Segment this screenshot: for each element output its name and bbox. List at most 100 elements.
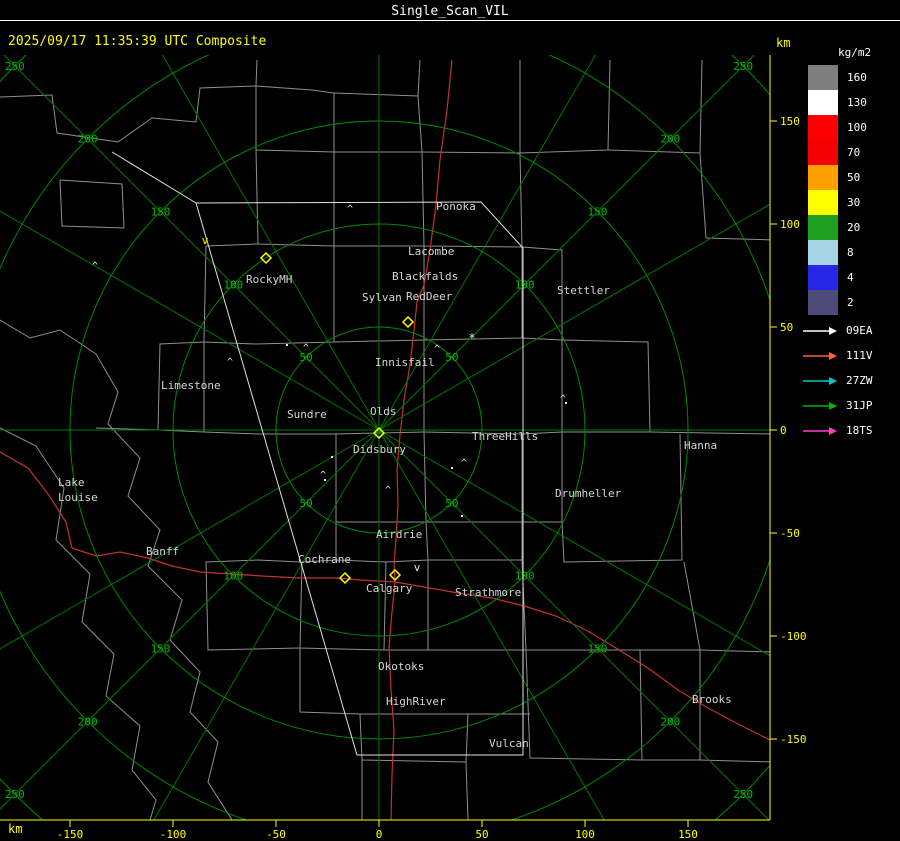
city-label: Blackfalds	[392, 270, 458, 283]
county-boundary-line	[683, 561, 701, 651]
map-layers: 5050505010010010010015015015015020020020…	[0, 55, 770, 820]
city-label: Brooks	[692, 693, 732, 706]
arrow-marker: v	[414, 561, 421, 574]
city-label: Sundre	[287, 408, 327, 421]
range-ring-label: 100	[223, 278, 243, 291]
range-ring-label: 250	[733, 788, 753, 801]
scale-swatch	[808, 215, 838, 240]
scale-value: 4	[847, 271, 854, 284]
bottom-axis-tick-label: 50	[475, 828, 488, 841]
scale-value: 30	[847, 196, 861, 209]
city-label: Airdrie	[376, 528, 422, 541]
county-boundary-line	[95, 353, 233, 820]
town-marker-dot	[565, 402, 567, 404]
county-boundary-line	[203, 431, 425, 435]
scale-entry: 2	[808, 290, 871, 315]
radar-id: 31JP	[846, 399, 873, 412]
scale-entry: 100	[808, 115, 871, 140]
scale-entries: 160 130 100 70 50 30 20 8 4 2	[808, 65, 871, 315]
radar-viewer-window: Single_Scan_VIL 2025/09/17 11:35:39 UTC …	[0, 0, 900, 841]
right-axis-tick-label: 0	[780, 424, 787, 437]
radar-arrow-icon	[803, 426, 837, 435]
city-label: Drumheller	[555, 487, 622, 500]
scale-value: 70	[847, 146, 861, 159]
right-axis-tick-label: 50	[780, 321, 793, 334]
county-boundary-line	[607, 59, 703, 154]
radar-legend-item[interactable]: 27ZW	[802, 368, 873, 393]
arrow-marker: v	[202, 234, 209, 247]
scale-swatch	[808, 290, 838, 315]
city-label: Banff	[146, 545, 179, 558]
town-marker-dot	[461, 515, 463, 517]
radar-id: 18TS	[846, 424, 873, 437]
radar-footprint-line	[111, 151, 197, 204]
scale-swatch	[808, 265, 838, 290]
scale-swatch	[808, 65, 838, 90]
county-boundary-line	[333, 59, 421, 97]
right-axis-tick-label: 100	[780, 218, 800, 231]
bottom-axis-tick-label: 150	[678, 828, 698, 841]
town-marker-caret: ^	[303, 343, 309, 354]
range-ring-label: 250	[5, 60, 25, 73]
radar-legend-item[interactable]: 09EA	[802, 318, 873, 343]
bottom-axis-tick-label: -50	[266, 828, 286, 841]
scale-value: 130	[847, 96, 867, 109]
county-boundary-line	[465, 761, 469, 820]
radar-arrow-icon	[803, 351, 837, 360]
range-ring-label: 100	[515, 278, 535, 291]
radar-arrow-icon	[803, 376, 837, 385]
county-boundary-line	[428, 522, 523, 561]
county-boundary-line	[649, 431, 770, 435]
scale-value: 2	[847, 296, 854, 309]
scale-value: 160	[847, 71, 867, 84]
city-label: Limestone	[161, 379, 221, 392]
radar-id: 111V	[846, 349, 873, 362]
radar-map-display[interactable]: 5050505010010010010015015015015020020020…	[0, 0, 900, 841]
city-label: Ponoka	[436, 200, 476, 213]
county-boundary-line	[521, 246, 563, 341]
range-ring	[0, 55, 770, 820]
radar-id: 09EA	[846, 324, 873, 337]
range-ring-label: 150	[588, 642, 608, 655]
city-label: RedDeer	[406, 290, 453, 303]
town-marker-dot	[451, 467, 453, 469]
town-marker-caret: ^	[347, 204, 353, 215]
city-label: Lake	[58, 476, 85, 489]
radar-legend-item[interactable]: 18TS	[802, 418, 873, 443]
right-axis-tick-label: -50	[780, 527, 800, 540]
city-label: ThreeHills	[472, 430, 538, 443]
city-label: Innisfail	[375, 356, 435, 369]
radar-legend-item[interactable]: 111V	[802, 343, 873, 368]
scale-value: 100	[847, 121, 867, 134]
county-boundary-line	[427, 559, 527, 651]
range-ring-label: 50	[300, 497, 313, 510]
bottom-axis-tick-label: -100	[160, 828, 187, 841]
highway-line	[394, 581, 770, 741]
county-boundary-line	[421, 60, 521, 154]
radar-legend-item[interactable]: 31JP	[802, 393, 873, 418]
scale-swatch	[808, 165, 838, 190]
county-boundary-line	[334, 95, 423, 153]
county-boundary-line	[59, 179, 125, 229]
town-marker-caret: ^	[92, 261, 98, 272]
right-axis-tick-label: -100	[780, 630, 807, 643]
county-boundary-line	[522, 432, 563, 523]
scale-entry: 50	[808, 165, 871, 190]
range-ring-label: 150	[588, 206, 608, 219]
city-label: Olds	[370, 405, 397, 418]
vil-color-scale: kg/m2 160 130 100 70 50 30 20 8 4 2	[808, 46, 871, 315]
city-label: Louise	[58, 491, 98, 504]
azimuth-spoke-line	[378, 55, 755, 431]
bottom-axis-tick-label: 100	[575, 828, 595, 841]
range-ring-label: 100	[223, 570, 243, 583]
county-boundary-line	[640, 649, 701, 761]
range-ring-label: 200	[660, 133, 680, 146]
radar-arrow-icon	[803, 401, 837, 410]
town-marker-caret: ^	[227, 357, 233, 368]
town-marker-dot	[286, 344, 288, 346]
city-label: Vulcan	[489, 737, 529, 750]
bottom-axis-tick-label: 0	[376, 828, 383, 841]
scale-entry: 30	[808, 190, 871, 215]
county-boundary-line	[525, 649, 643, 761]
scale-entry: 130	[808, 90, 871, 115]
